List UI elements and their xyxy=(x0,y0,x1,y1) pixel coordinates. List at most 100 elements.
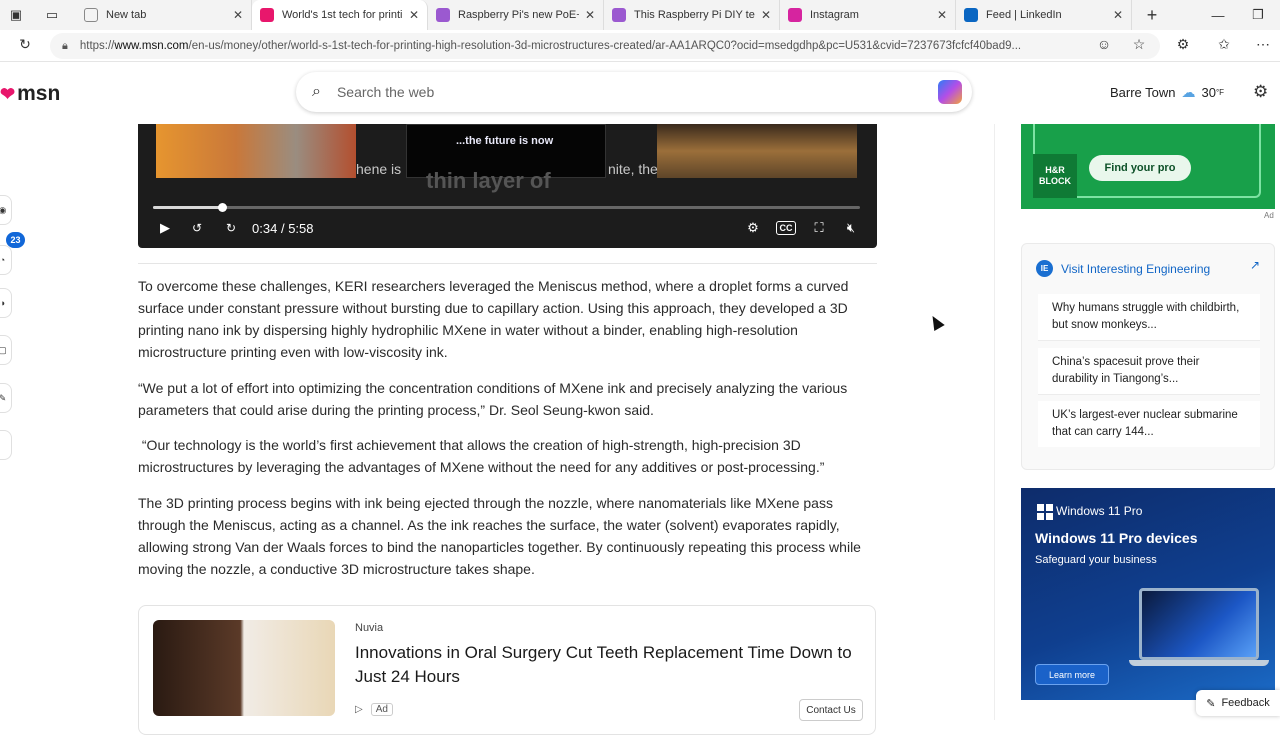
ie-header-label: Visit Interesting Engineering xyxy=(1061,261,1211,276)
favorites-icon[interactable]: ✩ xyxy=(1213,33,1235,55)
settings-gear-icon[interactable]: ⚙ xyxy=(1253,82,1268,102)
feedback-label: Feedback xyxy=(1221,697,1270,709)
msn-logo[interactable]: ❤ msn xyxy=(0,82,60,106)
video-player[interactable]: ...the future is now hene is nite, the t… xyxy=(138,124,877,248)
temperature: 30 xyxy=(1201,85,1216,100)
windows-11-pro-ad[interactable]: Windows 11 Pro Windows 11 Pro devices Sa… xyxy=(1021,488,1275,700)
ad-image xyxy=(153,620,335,716)
video-caption: ...the future is now xyxy=(456,135,554,147)
site-favicon-icon xyxy=(436,8,450,22)
ie-story-item[interactable]: China’s spacesuit prove their durability… xyxy=(1038,348,1260,395)
reader-icon[interactable]: ☺ xyxy=(1093,33,1115,55)
ad-choices-icon[interactable]: ▷ xyxy=(355,704,363,715)
refresh-icon[interactable]: ↻ xyxy=(14,33,36,55)
sponsored-card[interactable]: Nuvia Innovations in Oral Surgery Cut Te… xyxy=(138,605,876,735)
interesting-engineering-card: IE Visit Interesting Engineering ↗ Why h… xyxy=(1021,243,1275,470)
closed-captions-icon[interactable]: CC xyxy=(776,221,796,235)
tab-instagram[interactable]: Instagram ✕ xyxy=(780,0,956,30)
column-divider xyxy=(994,124,995,720)
restore-button[interactable]: ❐ xyxy=(1240,0,1276,30)
rail-item-6[interactable] xyxy=(0,430,12,460)
butterfly-icon: ❤ xyxy=(0,83,16,104)
new-tab-favicon-icon xyxy=(84,8,98,22)
site-favicon-icon xyxy=(612,8,626,22)
progress-handle[interactable] xyxy=(217,203,227,212)
tab-active-article[interactable]: World's 1st tech for printing ✕ xyxy=(252,0,428,30)
rail-item-3[interactable]: ◑ xyxy=(0,288,12,318)
search-placeholder: Search the web xyxy=(336,84,435,100)
weather-widget[interactable]: Barre Town ☁ 30 °F xyxy=(1110,84,1224,101)
external-link-icon[interactable]: ↗ xyxy=(1250,258,1260,272)
copilot-icon[interactable] xyxy=(938,80,962,104)
search-input[interactable]: ⌕ Search the web xyxy=(296,72,972,112)
ad-headline: Windows 11 Pro devices xyxy=(1035,530,1198,546)
video-settings-icon[interactable]: ⚙ xyxy=(744,219,762,237)
rewind-10-icon[interactable]: ↺ xyxy=(188,219,206,237)
tab-title: New tab xyxy=(106,9,147,21)
rail-item-2[interactable]: ◔ xyxy=(0,245,12,275)
minimize-button[interactable]: — xyxy=(1200,0,1236,30)
ie-story-item[interactable]: UK’s largest-ever nuclear submarine that… xyxy=(1038,401,1260,447)
tab-title: World's 1st tech for printing xyxy=(282,9,403,21)
tab-linkedin[interactable]: Feed | LinkedIn ✕ xyxy=(956,0,1132,30)
address-bar[interactable]: 🔒︎ https://www.msn.com/en-us/money/other… xyxy=(50,33,1160,59)
play-icon[interactable]: ▶ xyxy=(156,219,174,237)
linkedin-favicon-icon xyxy=(964,8,978,22)
tab-strip: ▣ ▭ New tab ✕ World's 1st tech for print… xyxy=(0,0,1280,30)
find-your-pro-button[interactable]: Find your pro xyxy=(1089,155,1191,181)
feedback-button[interactable]: ✎ Feedback xyxy=(1196,690,1280,716)
mute-icon[interactable]: 🔇︎ xyxy=(842,219,860,237)
close-tab-icon[interactable]: ✕ xyxy=(409,8,419,22)
time-separator: / xyxy=(280,221,285,236)
section-divider xyxy=(138,263,877,264)
article-paragraph: “Our technology is the world’s first ach… xyxy=(138,437,825,475)
video-time: 0:34 / 5:58 xyxy=(252,221,314,236)
ie-header[interactable]: IE Visit Interesting Engineering xyxy=(1036,260,1210,277)
ad-label: Ad xyxy=(370,703,393,716)
mouse-cursor-icon xyxy=(927,312,945,332)
video-progress-bar[interactable] xyxy=(153,203,860,212)
close-tab-icon[interactable]: ✕ xyxy=(233,8,243,22)
duration: 5:58 xyxy=(288,221,314,236)
favorite-star-icon[interactable]: ☆ xyxy=(1128,33,1150,55)
url-text: https://www.msn.com/en-us/money/other/wo… xyxy=(79,40,1022,52)
learn-more-button[interactable]: Learn more xyxy=(1035,664,1109,685)
video-subtitle-right: nite, the xyxy=(608,161,658,177)
tab-title: Instagram xyxy=(810,9,859,21)
more-icon[interactable]: ⋯ xyxy=(1252,33,1274,55)
contact-us-button[interactable]: Contact Us xyxy=(799,699,863,721)
rail-item-1[interactable]: ◉ xyxy=(0,195,12,225)
close-tab-icon[interactable]: ✕ xyxy=(937,8,947,22)
ie-story-item[interactable]: Why humans struggle with childbirth, but… xyxy=(1038,294,1260,341)
rail-item-5[interactable]: ✎ xyxy=(0,383,12,413)
new-tab-button[interactable]: + xyxy=(1140,3,1164,27)
rail-item-4[interactable]: ▢ xyxy=(0,335,12,365)
laptop-image xyxy=(1139,588,1259,660)
extensions-icon[interactable]: ⚙ xyxy=(1172,33,1194,55)
tab-raspberry-poe[interactable]: Raspberry Pi's new PoE+ Inj ✕ xyxy=(428,0,604,30)
video-frame-right xyxy=(657,124,857,178)
ad-subheadline: Safeguard your business xyxy=(1035,554,1157,566)
forward-10-icon[interactable]: ↻ xyxy=(222,219,240,237)
tab-title: This Raspberry Pi DIY temp xyxy=(634,9,755,21)
hr-block-ad[interactable]: H&R BLOCK Find your pro xyxy=(1021,124,1275,209)
close-tab-icon[interactable]: ✕ xyxy=(1113,8,1123,22)
notification-badge: 23 xyxy=(6,232,25,248)
lock-icon: 🔒︎ xyxy=(62,39,68,52)
laptop-base xyxy=(1129,660,1269,666)
tab-raspberry-diy[interactable]: This Raspberry Pi DIY temp ✕ xyxy=(604,0,780,30)
ad-source: Nuvia xyxy=(355,622,384,634)
instagram-favicon-icon xyxy=(788,8,802,22)
fullscreen-icon[interactable]: ⛶ xyxy=(810,219,828,237)
video-subtitle-left: hene is xyxy=(356,161,402,177)
ad-title[interactable]: Innovations in Oral Surgery Cut Teeth Re… xyxy=(355,641,865,689)
close-tab-icon[interactable]: ✕ xyxy=(585,8,595,22)
temp-unit: °F xyxy=(1215,88,1225,97)
tab-new-tab[interactable]: New tab ✕ xyxy=(76,0,252,30)
tab-title: Feed | LinkedIn xyxy=(986,9,1062,21)
address-row: ↻ 🔒︎ https://www.msn.com/en-us/money/oth… xyxy=(0,30,1280,62)
workspaces-icon[interactable]: ▣ xyxy=(4,3,28,27)
ad-tag: ▷ Ad xyxy=(355,703,393,716)
tab-actions-icon[interactable]: ▭ xyxy=(40,3,64,27)
close-tab-icon[interactable]: ✕ xyxy=(761,8,771,22)
